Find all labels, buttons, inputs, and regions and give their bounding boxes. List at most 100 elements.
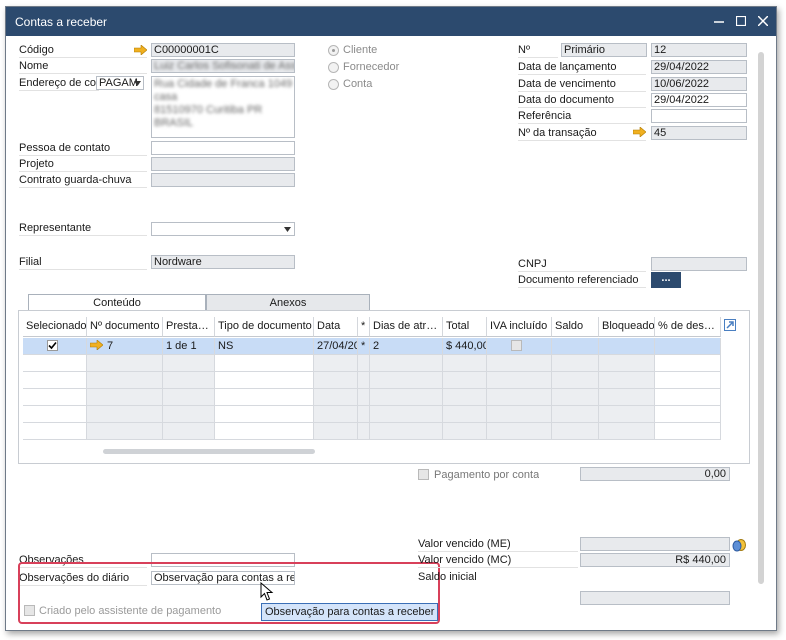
grid-cell-empty[interactable] (599, 355, 655, 372)
grid-cell-empty[interactable] (215, 372, 314, 389)
grid-cell-empty[interactable] (370, 372, 443, 389)
numero-field[interactable]: 12 (651, 43, 747, 57)
grid-cell-empty[interactable] (443, 406, 487, 423)
link-arrow-icon[interactable] (134, 45, 147, 55)
grid-cell-empty[interactable] (163, 372, 215, 389)
grid-cell-documento[interactable]: 7 (87, 338, 163, 355)
grid-cell-bloqueado[interactable] (599, 338, 655, 355)
grid-cell-empty[interactable] (314, 389, 358, 406)
grid-cell-empty[interactable] (487, 406, 552, 423)
grid-cell-tipo[interactable]: NS (215, 338, 314, 355)
radio-conta[interactable] (328, 79, 339, 90)
iva-incluido-checkbox[interactable] (511, 340, 522, 351)
grid-cell-empty[interactable] (215, 406, 314, 423)
grid-cell-empty[interactable] (599, 406, 655, 423)
data-lancamento-field[interactable]: 29/04/2022 (651, 60, 747, 74)
grid-cell-empty[interactable] (655, 406, 721, 423)
grid-column-header[interactable]: Bloqueado (599, 317, 655, 337)
grid-cell-empty[interactable] (655, 372, 721, 389)
grid-cell-empty[interactable] (163, 423, 215, 440)
documento-referenciado-button[interactable]: ... (651, 272, 681, 288)
grid-cell-empty[interactable] (370, 355, 443, 372)
grid-column-header[interactable]: * (358, 317, 370, 337)
grid-cell-empty[interactable] (163, 355, 215, 372)
grid-cell-empty[interactable] (552, 389, 599, 406)
grid-cell-empty[interactable] (552, 406, 599, 423)
grid-cell-empty[interactable] (314, 406, 358, 423)
grid-column-header[interactable]: Presta… (163, 317, 215, 337)
grid-cell-empty[interactable] (314, 372, 358, 389)
grid-column-header[interactable]: Saldo (552, 317, 599, 337)
grid-column-header[interactable]: Nº documento (87, 317, 163, 337)
pagamento-por-conta-field[interactable]: 0,00 (580, 467, 730, 481)
grid-cell-empty[interactable] (599, 372, 655, 389)
valor-vencido-me-field[interactable] (580, 537, 730, 551)
grid-cell-selecionado[interactable] (23, 338, 87, 355)
transacao-field[interactable]: 45 (651, 126, 747, 140)
codigo-field[interactable]: C00000001C (151, 43, 295, 57)
data-documento-field[interactable]: 29/04/2022 (651, 93, 747, 107)
grid-column-header[interactable]: Tipo de documento (215, 317, 314, 337)
grid-column-header[interactable]: % de des… (655, 317, 721, 337)
saldo-inicial-field[interactable] (580, 591, 730, 605)
expand-icon[interactable] (724, 319, 736, 331)
radio-cliente[interactable] (328, 45, 339, 56)
grid-cell-empty[interactable] (87, 406, 163, 423)
pessoa-contato-field[interactable] (151, 141, 295, 155)
grid-cell-iva[interactable] (487, 338, 552, 355)
grid-cell-data[interactable]: 27/04/2022 (314, 338, 358, 355)
grid-column-header[interactable]: Total (443, 317, 487, 337)
grid-cell-empty[interactable] (314, 355, 358, 372)
grid-cell-empty[interactable] (23, 355, 87, 372)
grid-cell-empty[interactable] (552, 355, 599, 372)
filial-field[interactable]: Nordware (151, 255, 295, 269)
grid-cell-total[interactable]: $ 440,00 (443, 338, 487, 355)
grid-cell-empty[interactable] (370, 389, 443, 406)
grid-horizontal-scrollbar[interactable] (103, 449, 315, 454)
grid-cell-empty[interactable] (163, 389, 215, 406)
grid-column-header[interactable]: Selecionado (23, 317, 87, 337)
referencia-field[interactable] (651, 109, 747, 123)
grid-cell-empty[interactable] (87, 389, 163, 406)
grid-cell-dias[interactable]: 2 (370, 338, 443, 355)
link-arrow-icon[interactable] (633, 127, 646, 137)
grid-cell-star[interactable]: * (358, 338, 370, 355)
nome-field[interactable]: Luiz Carlos Sofisonati de Assis (151, 59, 295, 73)
cnpj-field[interactable] (651, 257, 747, 271)
grid-cell-empty[interactable] (487, 389, 552, 406)
grid-cell-empty[interactable] (23, 372, 87, 389)
grid-cell-empty[interactable] (370, 423, 443, 440)
grid-cell-empty[interactable] (552, 372, 599, 389)
data-vencimento-field[interactable]: 10/06/2022 (651, 77, 747, 91)
serie-select[interactable]: Primário (561, 43, 647, 57)
grid-cell-empty[interactable] (215, 423, 314, 440)
representante-select[interactable] (151, 222, 295, 236)
pagamento-por-conta-checkbox[interactable] (418, 469, 429, 480)
endereco-field[interactable]: Rua Cidade de Franca 1049 casa 81510970 … (151, 76, 295, 138)
endereco-select[interactable]: PAGAM (96, 76, 144, 90)
grid-cell-empty[interactable] (487, 355, 552, 372)
minimize-icon[interactable] (708, 11, 730, 31)
grid-cell-empty[interactable] (599, 389, 655, 406)
grid-cell-empty[interactable] (443, 389, 487, 406)
grid-cell-empty[interactable] (599, 423, 655, 440)
grid-cell-empty[interactable] (358, 355, 370, 372)
grid-column-header[interactable]: IVA incluído (487, 317, 552, 337)
valor-vencido-mc-field[interactable]: R$ 440,00 (580, 553, 730, 567)
contrato-field[interactable] (151, 173, 295, 187)
grid-cell-empty[interactable] (655, 389, 721, 406)
grid-cell-empty[interactable] (370, 406, 443, 423)
link-arrow-icon[interactable] (89, 339, 104, 351)
grid-cell-empty[interactable] (487, 372, 552, 389)
grid-cell-desconto[interactable] (655, 338, 721, 355)
coins-icon[interactable] (732, 536, 746, 552)
grid-cell-empty[interactable] (23, 389, 87, 406)
grid-cell-empty[interactable] (358, 406, 370, 423)
grid-cell-empty[interactable] (655, 423, 721, 440)
grid-cell-empty[interactable] (655, 355, 721, 372)
grid-cell-empty[interactable] (358, 423, 370, 440)
vertical-scrollbar[interactable] (758, 52, 764, 584)
grid-cell-empty[interactable] (87, 355, 163, 372)
grid-cell-empty[interactable] (215, 355, 314, 372)
projeto-field[interactable] (151, 157, 295, 171)
